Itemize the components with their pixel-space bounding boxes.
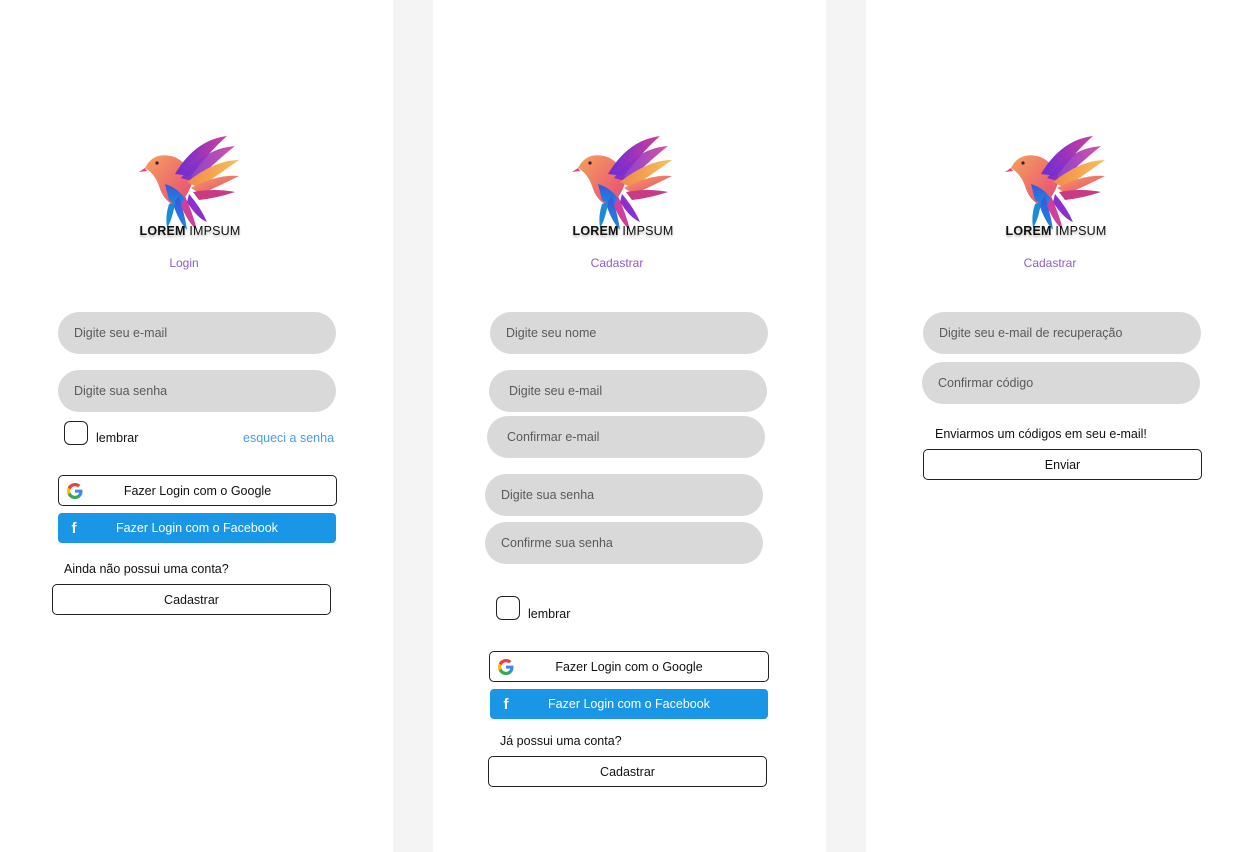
google-login-label: Fazer Login com o Google: [555, 659, 703, 674]
confirm-email-field[interactable]: Confirmar e-mail: [487, 416, 765, 458]
facebook-icon: f: [503, 695, 509, 713]
no-account-text: Ainda não possui uma conta?: [64, 562, 229, 576]
forgot-password-link[interactable]: esqueci a senha: [243, 431, 334, 445]
name-field[interactable]: Digite seu nome: [490, 312, 768, 354]
facebook-login-button[interactable]: f Fazer Login com o Facebook: [58, 513, 336, 543]
recovery-email-field[interactable]: Digite seu e-mail de recuperação: [923, 312, 1201, 354]
register-screen: LOREM IMPSUM Cadastrar Digite seu nome D…: [433, 0, 826, 852]
register-button[interactable]: Cadastrar: [488, 756, 767, 787]
remember-label: lembrar: [528, 607, 571, 621]
facebook-login-label: Fazer Login com o Facebook: [548, 697, 710, 711]
google-login-button[interactable]: Fazer Login com o Google: [58, 475, 337, 506]
page-title: Cadastrar: [590, 256, 644, 270]
brand-name: LOREM IMPSUM: [139, 224, 241, 238]
facebook-login-label: Fazer Login com o Facebook: [116, 521, 278, 535]
facebook-icon: f: [71, 519, 77, 537]
google-icon: [498, 659, 514, 675]
facebook-login-button[interactable]: f Fazer Login com o Facebook: [490, 689, 768, 719]
recovery-screen: LOREM IMPSUM Cadastrar Digite seu e-mail…: [866, 0, 1259, 852]
google-icon: [67, 483, 83, 499]
send-button[interactable]: Enviar: [923, 449, 1202, 480]
register-button[interactable]: Cadastrar: [52, 584, 331, 615]
remember-checkbox[interactable]: [64, 421, 88, 445]
password-field[interactable]: Digite sua senha: [485, 474, 763, 516]
remember-label: lembrar: [96, 431, 139, 445]
confirm-password-field[interactable]: Confirme sua senha: [485, 522, 763, 564]
code-sent-message: Enviarmos um códigos em seu e-mail!: [935, 427, 1147, 441]
brand-name: LOREM IMPSUM: [1005, 224, 1107, 238]
brand-name: LOREM IMPSUM: [572, 224, 674, 238]
has-account-text: Já possui uma conta?: [500, 734, 622, 748]
google-login-button[interactable]: Fazer Login com o Google: [489, 651, 769, 682]
confirm-code-field[interactable]: Confirmar código: [922, 362, 1200, 404]
password-field[interactable]: Digite sua senha: [58, 370, 336, 412]
page-title: Login: [169, 256, 199, 270]
email-field[interactable]: Digite seu e-mail: [489, 370, 767, 412]
login-screen: LOREM IMPSUM Login Digite seu e-mail Dig…: [0, 0, 393, 852]
remember-checkbox[interactable]: [496, 596, 520, 620]
email-field[interactable]: Digite seu e-mail: [58, 312, 336, 354]
page-title: Cadastrar: [1023, 256, 1077, 270]
google-login-label: Fazer Login com o Google: [123, 483, 272, 498]
